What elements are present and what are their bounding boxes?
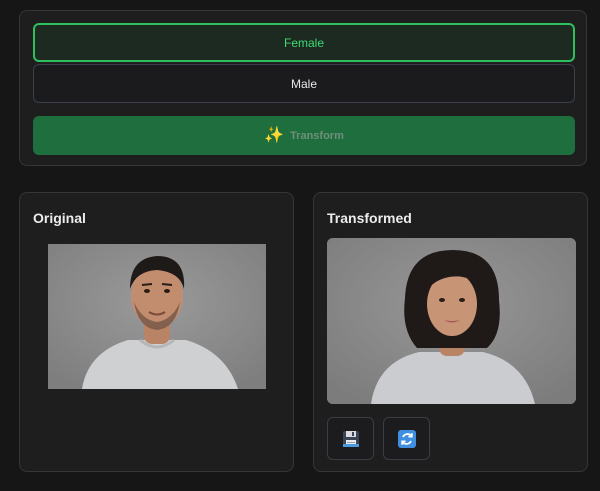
reset-button[interactable] xyxy=(383,417,430,460)
transformed-image xyxy=(327,238,576,404)
female-option-button[interactable]: Female xyxy=(33,23,575,62)
transform-button[interactable]: ✨ Transform xyxy=(33,116,575,155)
save-button[interactable] xyxy=(327,417,374,460)
transform-button-label: Transform xyxy=(290,129,344,142)
original-panel: Original xyxy=(19,192,294,472)
original-title: Original xyxy=(33,210,86,226)
female-option-label: Female xyxy=(283,35,324,50)
sparkles-icon: ✨ xyxy=(264,126,285,144)
male-option-label: Male xyxy=(290,76,317,91)
refresh-icon xyxy=(397,429,416,448)
floppy-disk-icon xyxy=(342,430,359,447)
male-option-button[interactable]: Male xyxy=(33,64,575,103)
original-image xyxy=(48,244,266,389)
transformed-panel: Transformed xyxy=(313,192,588,472)
gender-options-panel: Female Male ✨ Transform xyxy=(19,10,587,166)
transformed-title: Transformed xyxy=(327,210,412,226)
